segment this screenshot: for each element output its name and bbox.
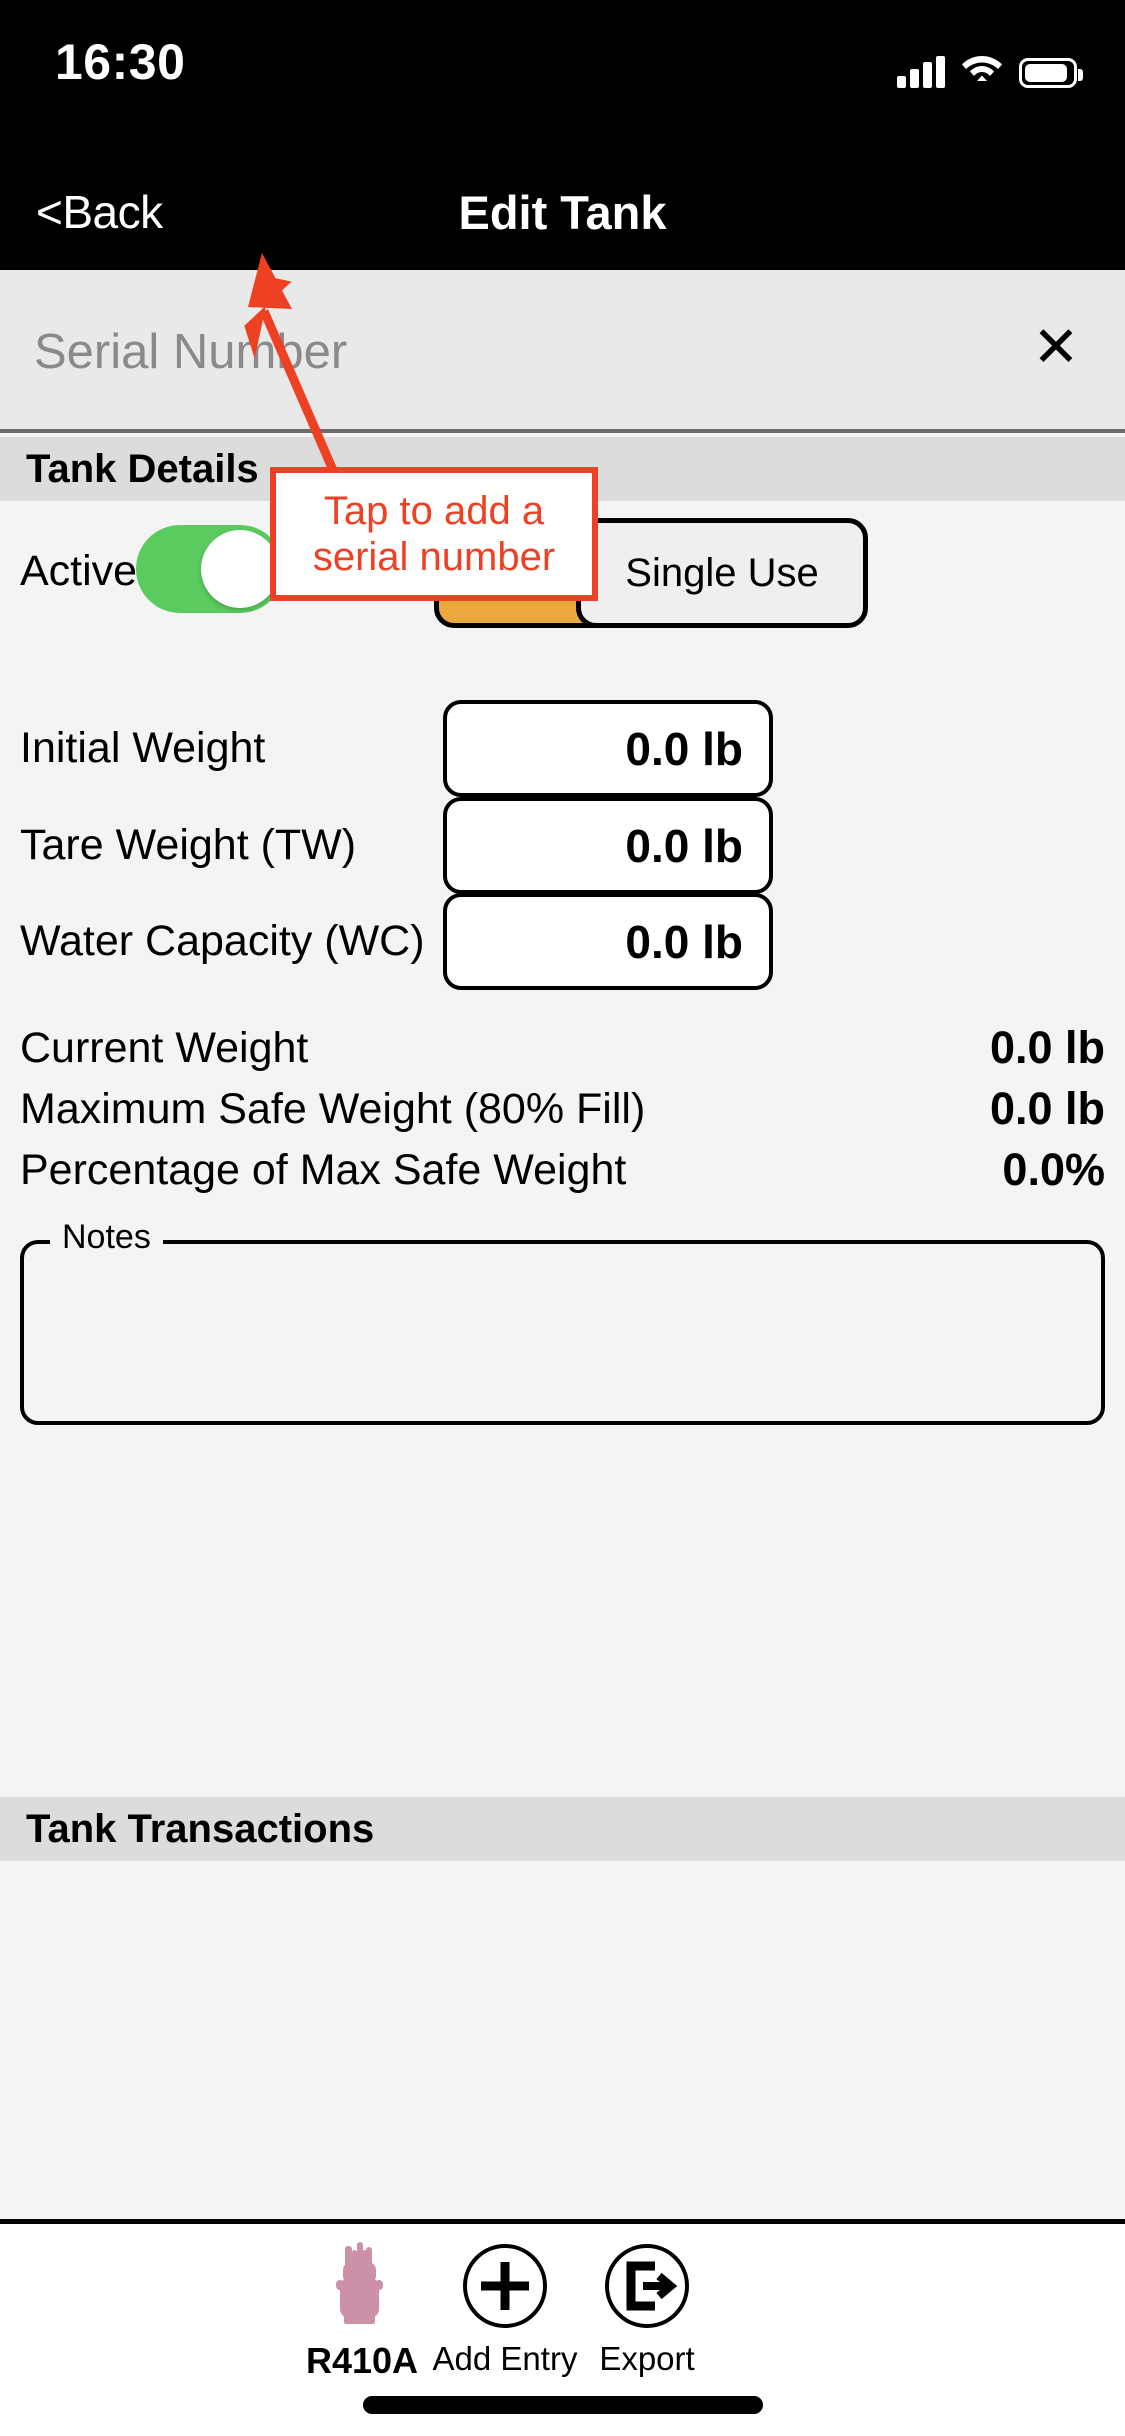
status-icons <box>897 44 1077 88</box>
wifi-icon <box>961 51 1003 88</box>
home-indicator <box>363 2396 763 2414</box>
refrigerant-tank-icon <box>314 2238 410 2334</box>
page-title: Edit Tank <box>0 185 1125 240</box>
navigation-bar: <Back Edit Tank <box>0 165 1125 270</box>
toggle-knob <box>201 530 279 608</box>
toolbar-label-export: Export <box>599 2340 694 2378</box>
toolbar-label-r410a: R410A <box>306 2340 418 2382</box>
annotation-callout: Tap to add a serial number <box>270 467 598 601</box>
status-bar: 16:30 <box>0 0 1125 165</box>
phone-screen: 16:30 <Back Edit Tank ✕ Tank Details Act… <box>0 0 1125 2436</box>
close-icon[interactable]: ✕ <box>1025 318 1087 380</box>
max-safe-weight-value: 0.0 lb <box>990 1083 1105 1135</box>
water-capacity-input[interactable]: 0.0 lb <box>443 893 773 990</box>
percentage-max-safe-label: Percentage of Max Safe Weight <box>20 1146 626 1195</box>
current-weight-row: Current Weight 0.0 lb <box>0 1020 1125 1084</box>
current-weight-value: 0.0 lb <box>990 1022 1105 1074</box>
annotation-line-2: serial number <box>313 534 555 580</box>
serial-number-input[interactable] <box>34 270 634 433</box>
initial-weight-label: Initial Weight <box>20 724 265 773</box>
active-toggle[interactable] <box>136 525 284 613</box>
max-safe-weight-row: Maximum Safe Weight (80% Fill) 0.0 lb <box>0 1081 1125 1145</box>
tare-weight-input[interactable]: 0.0 lb <box>443 797 773 894</box>
active-label: Active <box>20 547 137 596</box>
water-capacity-label: Water Capacity (WC) <box>20 917 425 966</box>
section-header-tank-transactions: Tank Transactions <box>0 1797 1125 1861</box>
notes-label: Notes <box>50 1218 163 1257</box>
water-capacity-row: Water Capacity (WC) 0.0 lb <box>0 883 1125 1001</box>
percentage-max-safe-value: 0.0% <box>1002 1144 1105 1196</box>
status-time: 16:30 <box>55 33 295 91</box>
serial-number-row: ✕ <box>0 270 1125 433</box>
current-weight-label: Current Weight <box>20 1024 308 1073</box>
notes-field-wrapper: Notes <box>20 1240 1105 1425</box>
annotation-line-1: Tap to add a <box>324 488 544 534</box>
initial-weight-input[interactable]: 0.0 lb <box>443 700 773 797</box>
battery-icon <box>1019 58 1077 88</box>
bottom-toolbar: R410A Add Entry Export <box>0 2219 1125 2436</box>
percentage-max-safe-row: Percentage of Max Safe Weight 0.0% <box>0 1142 1125 1206</box>
notes-input[interactable] <box>42 1262 1083 1413</box>
max-safe-weight-label: Maximum Safe Weight (80% Fill) <box>20 1085 645 1134</box>
tank-transactions-list <box>0 1861 1125 2261</box>
tare-weight-label: Tare Weight (TW) <box>20 821 356 870</box>
signal-bars-icon <box>897 56 945 88</box>
plus-circle-icon <box>457 2238 553 2334</box>
toolbar-item-export[interactable]: Export <box>547 2238 747 2378</box>
use-type-single-button[interactable]: Single Use <box>576 518 868 628</box>
export-circle-icon <box>599 2238 695 2334</box>
